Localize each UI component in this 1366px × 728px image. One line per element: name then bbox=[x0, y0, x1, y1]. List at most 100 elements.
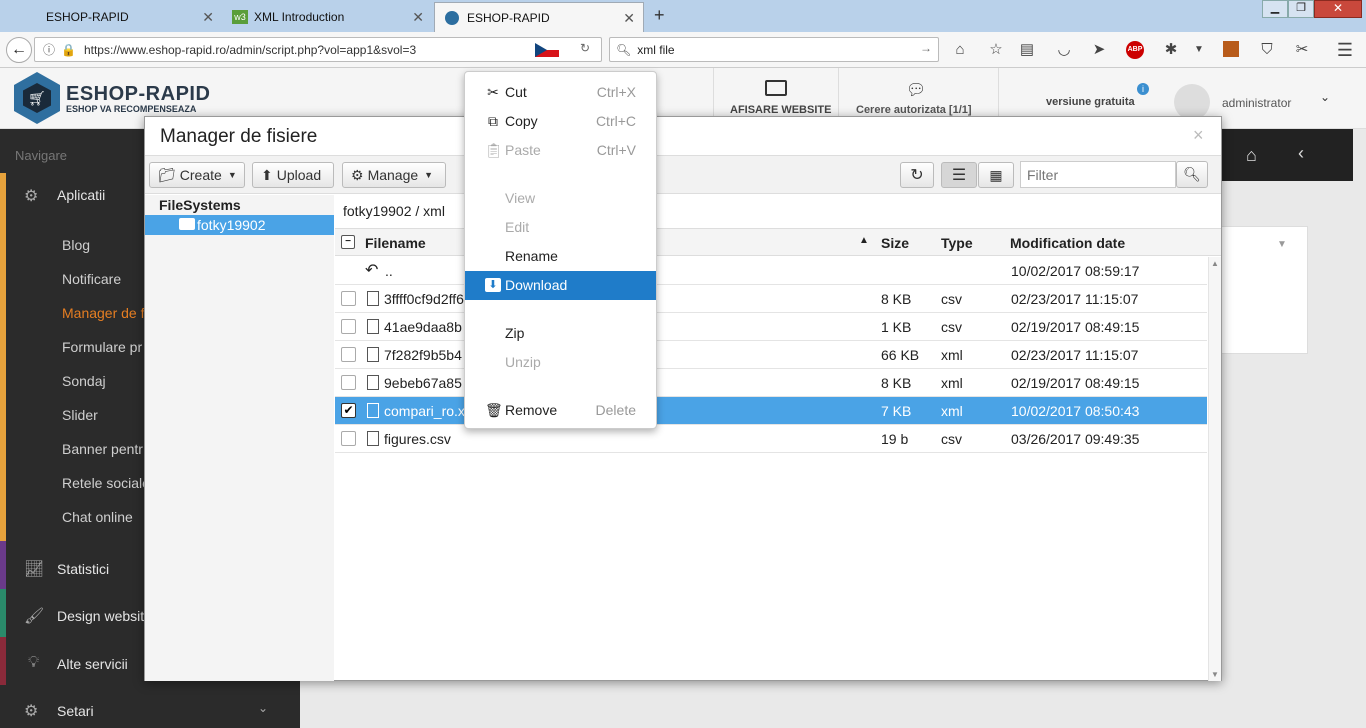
row-checkbox[interactable] bbox=[341, 431, 356, 446]
sidebar-subitem-banner[interactable]: Banner pentr bbox=[62, 441, 143, 457]
select-all-checkbox[interactable]: − bbox=[341, 235, 355, 249]
col-size[interactable]: Size bbox=[881, 235, 909, 251]
info-badge-icon[interactable]: i bbox=[1137, 83, 1149, 95]
cell-date: 02/23/2017 11:15:07 bbox=[1011, 347, 1139, 363]
trash-icon: 🗑︎ bbox=[485, 402, 503, 418]
sidebar-item-alte[interactable]: Alte servicii bbox=[57, 656, 128, 672]
scrollbar[interactable]: ▲ ▼ bbox=[1208, 257, 1221, 681]
close-icon[interactable]: ✕ bbox=[412, 9, 424, 26]
cell-type: xml bbox=[941, 347, 963, 363]
top-action-bar: ⌂ ‹ bbox=[1222, 129, 1353, 181]
afisare-website-link[interactable]: AFISARE WEBSITE bbox=[730, 104, 831, 116]
home-icon[interactable]: ⌂ bbox=[1246, 145, 1257, 166]
row-checkbox[interactable] bbox=[341, 375, 356, 390]
reading-list-icon[interactable]: ▤ bbox=[1016, 39, 1038, 61]
cerere-link[interactable]: Cerere autorizata [1/1] bbox=[856, 104, 972, 116]
menu-label: Paste bbox=[505, 142, 541, 158]
menu-item-zip[interactable]: Zip bbox=[465, 319, 656, 348]
menu-icon[interactable]: ☰ bbox=[1334, 39, 1356, 61]
version-label: versiune gratuita bbox=[1046, 96, 1135, 108]
row-checkbox-checked[interactable]: ✔ bbox=[341, 403, 356, 418]
manage-button[interactable]: ⚙ Manage ▼ bbox=[342, 162, 446, 188]
col-date[interactable]: Modification date bbox=[1010, 235, 1125, 251]
home-icon[interactable]: ⌂ bbox=[949, 39, 971, 61]
extension-icon[interactable] bbox=[1223, 41, 1239, 57]
list-view-button[interactable]: ☰ bbox=[941, 162, 977, 188]
sidebar-subitem-notificare[interactable]: Notificare bbox=[62, 271, 121, 287]
sidebar-subitem-sondaj[interactable]: Sondaj bbox=[62, 373, 106, 389]
adblock-icon[interactable]: ABP bbox=[1126, 41, 1144, 59]
search-box[interactable]: 🔍︎ xml file → bbox=[609, 37, 939, 62]
reload-icon[interactable]: ↻ bbox=[580, 41, 590, 55]
refresh-button[interactable]: ↻ bbox=[900, 162, 934, 188]
sidebar-subitem-blog[interactable]: Blog bbox=[62, 237, 90, 253]
pocket-icon[interactable]: ◡ bbox=[1053, 39, 1075, 61]
col-type[interactable]: Type bbox=[941, 235, 973, 251]
sidebar-item-statistici[interactable]: Statistici bbox=[57, 561, 109, 577]
create-button[interactable]: 📁︎ Create ▼ bbox=[149, 162, 245, 188]
lightbulb-icon: 💡︎ bbox=[28, 654, 40, 671]
menu-item-download[interactable]: ⬇ Download bbox=[465, 271, 656, 300]
user-chevron-down-icon[interactable]: ⌄ bbox=[1320, 90, 1330, 104]
sidebar-item-design[interactable]: Design website bbox=[57, 608, 152, 624]
scroll-up-icon[interactable]: ▲ bbox=[1211, 259, 1219, 268]
new-tab-button[interactable]: + bbox=[654, 5, 665, 26]
menu-item-cut[interactable]: ✂ Cut Ctrl+X bbox=[465, 78, 656, 107]
browser-tab-1[interactable]: ESHOP-RAPID ✕ bbox=[0, 2, 222, 32]
sidebar-subitem-retele[interactable]: Retele sociale bbox=[62, 475, 150, 491]
avatar[interactable] bbox=[1174, 84, 1210, 120]
panel-caret-icon[interactable]: ▼ bbox=[1277, 239, 1287, 250]
sidebar-subitem-manager[interactable]: Manager de fi bbox=[62, 305, 148, 321]
chat-icon: 💬︎ bbox=[906, 82, 927, 99]
browser-tab-3-active[interactable]: ESHOP-RAPID ✕ bbox=[434, 2, 644, 32]
dropdown-icon[interactable]: ▼ bbox=[1188, 39, 1210, 61]
filter-input[interactable] bbox=[1020, 161, 1176, 188]
cell-name: 3ffff0cf9d2ff6 bbox=[384, 291, 464, 307]
close-icon[interactable]: ✕ bbox=[202, 9, 214, 26]
cell-date: 02/23/2017 11:15:07 bbox=[1011, 291, 1139, 307]
tools-icon[interactable]: ✂ bbox=[1291, 39, 1313, 61]
scroll-down-icon[interactable]: ▼ bbox=[1211, 670, 1219, 679]
menu-item-edit[interactable]: Edit bbox=[465, 213, 656, 242]
row-checkbox[interactable] bbox=[341, 347, 356, 362]
table-row[interactable]: figures.csv 19 b csv 03/26/2017 09:49:35 bbox=[335, 425, 1207, 453]
menu-item-copy[interactable]: ⧉ Copy Ctrl+C bbox=[465, 107, 656, 136]
url-bar[interactable]: ⓘ 🔒 https://www.eshop-rapid.ro/admin/scr… bbox=[34, 37, 602, 62]
close-icon[interactable]: ✕ bbox=[623, 10, 635, 27]
menu-item-rename[interactable]: Rename bbox=[465, 242, 656, 271]
browser-tab-2[interactable]: w3 XML Introduction ✕ bbox=[222, 2, 432, 32]
menu-item-paste[interactable]: 📋︎ Paste Ctrl+V bbox=[465, 136, 656, 165]
menu-item-view[interactable]: View bbox=[465, 184, 656, 213]
sort-asc-icon[interactable]: ▲ bbox=[859, 235, 869, 246]
sidebar-item-aplicatii[interactable]: Aplicatii bbox=[57, 187, 105, 203]
back-icon[interactable]: ← bbox=[6, 37, 32, 63]
url-text: https://www.eshop-rapid.ro/admin/script.… bbox=[83, 42, 417, 57]
grid-view-button[interactable]: ▦ bbox=[978, 162, 1014, 188]
window-close-icon[interactable]: ✕ bbox=[1314, 0, 1362, 18]
menu-item-remove[interactable]: 🗑︎ Remove Delete bbox=[465, 396, 656, 425]
sidebar-subitem-slider[interactable]: Slider bbox=[62, 407, 98, 423]
send-icon[interactable]: ➤ bbox=[1088, 39, 1110, 61]
chevron-left-icon[interactable]: ‹ bbox=[1298, 143, 1304, 164]
row-checkbox[interactable] bbox=[341, 291, 356, 306]
go-arrow-icon[interactable]: → bbox=[920, 41, 932, 55]
filter-search-button[interactable]: 🔍︎ bbox=[1176, 161, 1208, 188]
menu-item-unzip[interactable]: Unzip bbox=[465, 348, 656, 377]
tree-folder-item[interactable]: fotky19902 bbox=[145, 215, 334, 235]
file-icon bbox=[367, 375, 379, 390]
col-filename[interactable]: Filename bbox=[365, 235, 426, 251]
minimize-icon[interactable]: ▁ bbox=[1262, 0, 1288, 18]
user-name[interactable]: administrator bbox=[1222, 96, 1291, 110]
modal-close-icon[interactable]: × bbox=[1193, 125, 1204, 146]
sidebar-subitem-chat[interactable]: Chat online bbox=[62, 509, 133, 525]
chevron-down-icon[interactable]: ⌄ bbox=[258, 701, 268, 715]
bookmark-star-icon[interactable]: ☆ bbox=[985, 39, 1007, 61]
sidebar-subitem-formulare[interactable]: Formulare pr bbox=[62, 339, 142, 355]
bug-icon[interactable]: ✱ bbox=[1160, 39, 1182, 61]
sidebar-item-setari[interactable]: Setari bbox=[57, 703, 94, 719]
upload-button[interactable]: ⬆ Upload bbox=[252, 162, 334, 188]
maximize-icon[interactable]: ❐ bbox=[1288, 0, 1314, 18]
list-icon: ☰ bbox=[951, 167, 967, 184]
row-checkbox[interactable] bbox=[341, 319, 356, 334]
ublock-icon[interactable]: ⛉ bbox=[1256, 39, 1278, 61]
